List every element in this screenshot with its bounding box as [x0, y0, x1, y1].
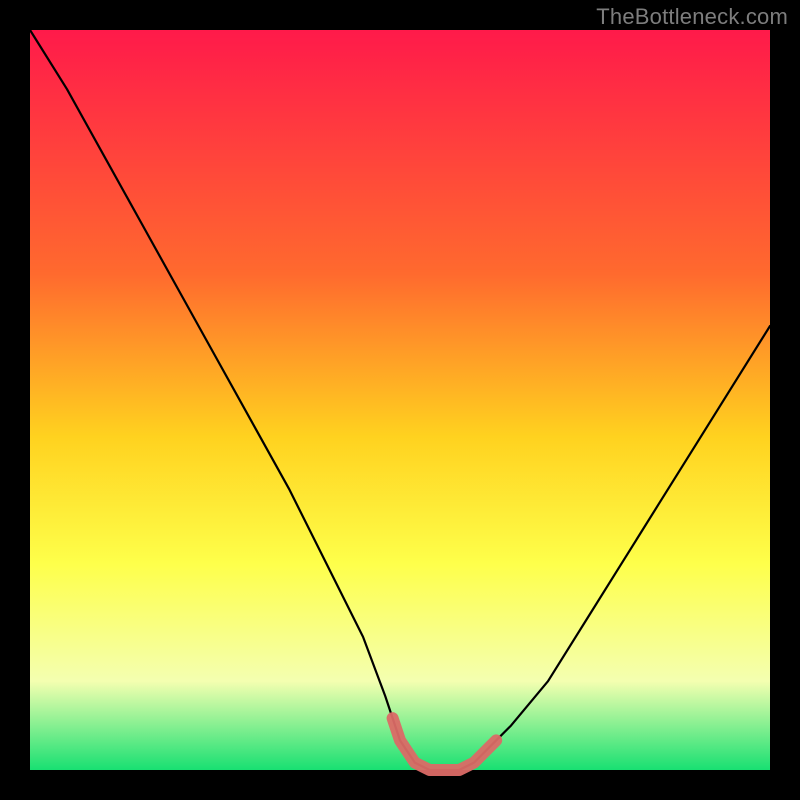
chart-stage: TheBottleneck.com — [0, 0, 800, 800]
bottleneck-chart — [0, 0, 800, 800]
plot-background — [30, 30, 770, 770]
watermark-text: TheBottleneck.com — [596, 4, 788, 30]
